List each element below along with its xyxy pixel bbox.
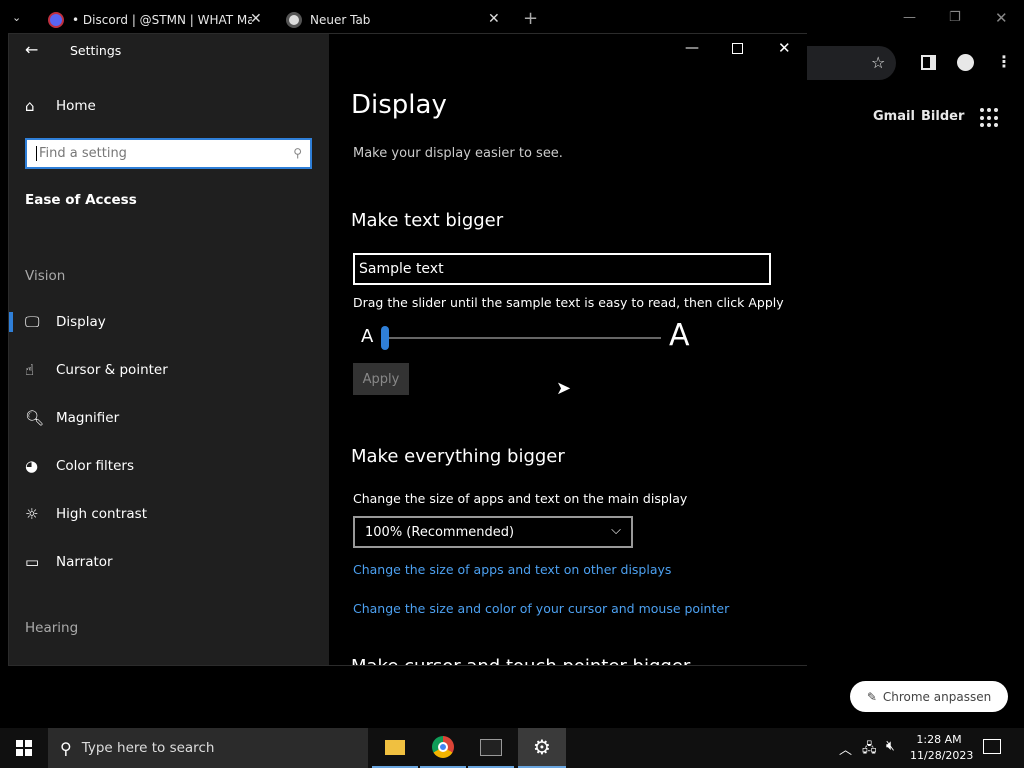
home-icon: ⌂ bbox=[25, 97, 35, 115]
close-tab-icon[interactable]: ✕ bbox=[250, 11, 262, 27]
magnifier-icon: 🔍︎ bbox=[25, 409, 45, 427]
google-apps-icon[interactable] bbox=[980, 108, 1000, 128]
nav-home[interactable]: ⌂ Home bbox=[9, 86, 329, 126]
monitor-icon: 🖵 bbox=[25, 313, 40, 331]
text-size-slider-track[interactable] bbox=[385, 337, 661, 339]
settings-search-input[interactable]: Find a setting ⚲ bbox=[25, 138, 312, 169]
group-vision: Vision bbox=[25, 268, 66, 284]
color-filters-icon: ◕ bbox=[25, 457, 39, 475]
large-a-label: A bbox=[669, 318, 690, 353]
minimize-icon[interactable]: — bbox=[685, 40, 699, 56]
search-placeholder: Find a setting bbox=[39, 146, 127, 161]
customize-chrome-button[interactable]: ✎ Chrome anpassen bbox=[850, 681, 1008, 712]
taskbar: ⚲ Type here to search ⚙ ︿ 🖧 🔇︎ 1:28 AM 1… bbox=[0, 728, 1024, 768]
active-indicator bbox=[9, 312, 13, 332]
search-icon: ⚲ bbox=[60, 738, 72, 758]
tab-title: • Discord | @STMN | WHAT Ma bbox=[72, 13, 252, 27]
settings-content: — ✕ Display Make your display easier to … bbox=[329, 34, 807, 665]
settings-taskbar-icon[interactable]: ⚙ bbox=[518, 728, 566, 768]
scale-dropdown-value: 100% (Recommended) bbox=[365, 525, 515, 540]
chrome-taskbar-icon[interactable] bbox=[420, 728, 466, 768]
cursor-pointer-link[interactable]: Change the size and color of your cursor… bbox=[353, 601, 729, 616]
close-icon[interactable]: ✕ bbox=[778, 39, 791, 57]
minimize-icon[interactable]: — bbox=[903, 10, 916, 25]
small-a-label: A bbox=[361, 326, 374, 347]
chrome-favicon-icon bbox=[286, 12, 302, 28]
settings-window: ← Settings ⌂ Home Find a setting ⚲ Ease … bbox=[8, 33, 807, 666]
nav-home-label: Home bbox=[56, 98, 96, 114]
other-displays-link[interactable]: Change the size of apps and text on othe… bbox=[353, 562, 671, 577]
sample-text-box: Sample text bbox=[353, 253, 771, 285]
customize-label: Chrome anpassen bbox=[882, 689, 992, 704]
discord-favicon-icon bbox=[48, 12, 64, 28]
section-heading-everything-bigger: Make everything bigger bbox=[351, 446, 565, 467]
cursor-icon: ☝ bbox=[25, 361, 35, 379]
new-tab-button[interactable]: + bbox=[523, 8, 538, 29]
nav-label: Narrator bbox=[56, 554, 113, 570]
app-title: Settings bbox=[70, 43, 122, 58]
network-icon[interactable]: 🖧 bbox=[862, 739, 877, 761]
text-size-slider-thumb[interactable] bbox=[381, 326, 389, 350]
mouse-cursor-icon: ➤ bbox=[556, 378, 572, 399]
close-tab-icon[interactable]: ✕ bbox=[488, 11, 500, 27]
scale-label: Change the size of apps and text on the … bbox=[353, 491, 688, 506]
clock-time: 1:28 AM bbox=[916, 733, 962, 746]
file-explorer-icon[interactable] bbox=[372, 728, 418, 768]
nav-label: Cursor & pointer bbox=[56, 362, 168, 378]
high-contrast-icon: ☼ bbox=[25, 505, 39, 523]
notifications-icon[interactable] bbox=[983, 739, 1001, 754]
nav-display[interactable]: 🖵 Display bbox=[9, 302, 329, 342]
close-window-icon[interactable]: ✕ bbox=[995, 9, 1008, 27]
restore-icon[interactable]: ❐ bbox=[949, 10, 961, 25]
section-heading-cursor-bigger: Make cursor and touch pointer bigger bbox=[351, 656, 690, 665]
scale-dropdown[interactable]: 100% (Recommended) ⌵ bbox=[353, 516, 633, 548]
section-heading-text-bigger: Make text bigger bbox=[351, 210, 504, 231]
apply-button[interactable]: Apply bbox=[353, 363, 409, 395]
back-arrow-icon[interactable]: ← bbox=[25, 40, 38, 59]
terminal-icon[interactable] bbox=[468, 728, 514, 768]
tab-title: Neuer Tab bbox=[310, 13, 371, 27]
nav-label: Display bbox=[56, 314, 106, 330]
page-title: Display bbox=[351, 90, 447, 120]
gmail-link[interactable]: Gmail bbox=[873, 109, 915, 124]
pencil-icon: ✎ bbox=[866, 689, 877, 704]
taskbar-search-box[interactable]: ⚲ Type here to search bbox=[48, 728, 368, 768]
taskbar-search-placeholder: Type here to search bbox=[81, 740, 215, 756]
category-title: Ease of Access bbox=[25, 192, 137, 208]
nav-color-filters[interactable]: ◕ Color filters bbox=[9, 446, 329, 486]
windows-start-icon[interactable] bbox=[16, 740, 32, 756]
maximize-icon[interactable] bbox=[732, 43, 743, 54]
show-hidden-icons-chevron-icon[interactable]: ︿ bbox=[839, 739, 852, 758]
group-hearing: Hearing bbox=[25, 620, 79, 636]
images-link[interactable]: Bilder bbox=[921, 109, 964, 124]
tab-search-chevron-icon[interactable]: ⌄ bbox=[12, 11, 21, 24]
sample-text: Sample text bbox=[359, 261, 444, 277]
bookmark-star-icon[interactable]: ☆ bbox=[871, 53, 885, 72]
chevron-down-icon: ⌵ bbox=[611, 523, 621, 538]
chrome-menu-icon[interactable]: ⋮ bbox=[996, 52, 1012, 71]
nav-label: High contrast bbox=[56, 506, 147, 522]
nav-label: Magnifier bbox=[56, 410, 120, 426]
settings-sidebar: ← Settings ⌂ Home Find a setting ⚲ Ease … bbox=[9, 34, 329, 665]
nav-cursor-pointer[interactable]: ☝ Cursor & pointer bbox=[9, 350, 329, 390]
nav-label: Color filters bbox=[56, 458, 134, 474]
clock-date: 11/28/2023 bbox=[910, 749, 974, 762]
page-subtitle: Make your display easier to see. bbox=[353, 146, 563, 161]
clock[interactable]: 1:28 AM 11/28/2023 bbox=[910, 732, 974, 764]
nav-high-contrast[interactable]: ☼ High contrast bbox=[9, 494, 329, 534]
slider-instructions: Drag the slider until the sample text is… bbox=[353, 295, 784, 310]
side-panel-icon[interactable] bbox=[921, 55, 936, 70]
profile-icon[interactable] bbox=[957, 54, 974, 71]
volume-muted-icon[interactable]: 🔇︎ bbox=[886, 738, 895, 754]
nav-narrator[interactable]: ▭ Narrator bbox=[9, 542, 329, 582]
text-caret bbox=[36, 146, 37, 161]
narrator-icon: ▭ bbox=[25, 553, 40, 571]
search-icon: ⚲ bbox=[293, 146, 302, 160]
nav-magnifier[interactable]: 🔍︎ Magnifier bbox=[9, 398, 329, 438]
